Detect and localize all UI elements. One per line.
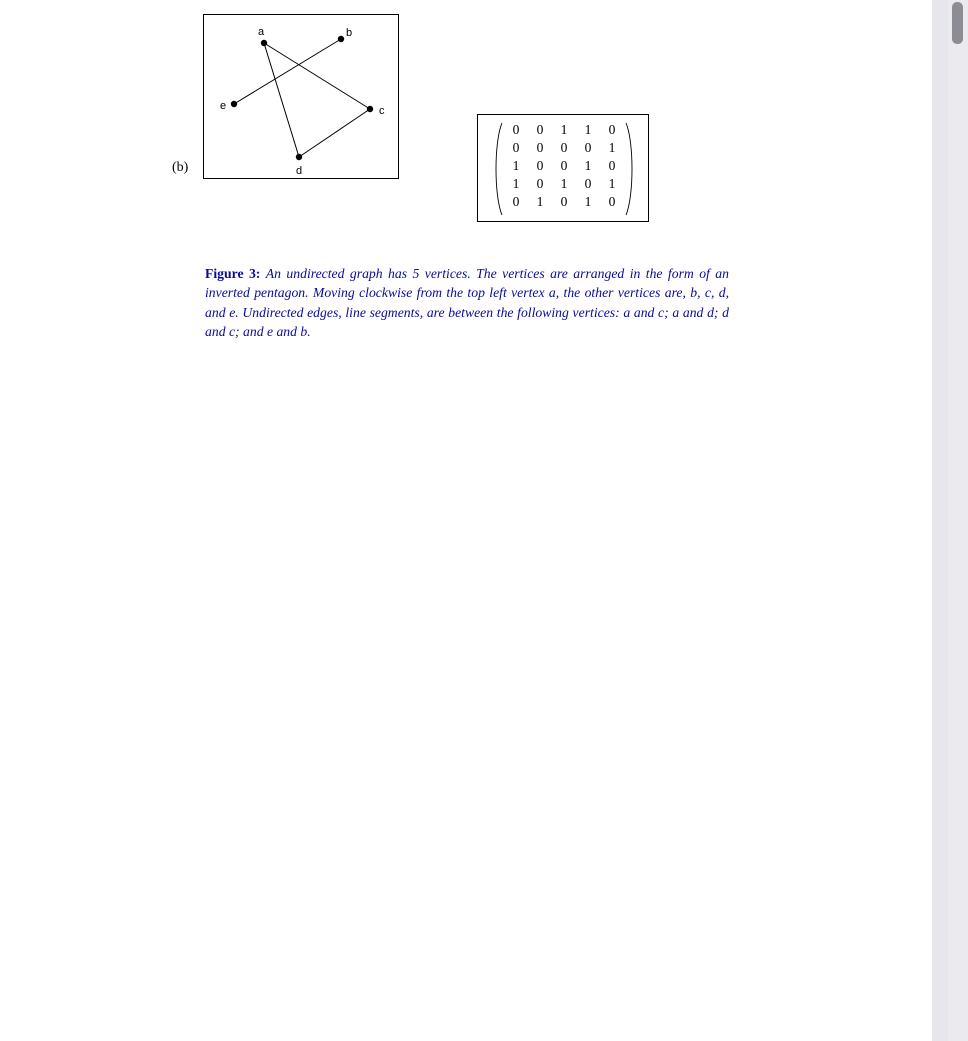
matrix-cell: 0 (528, 157, 552, 175)
matrix-right-paren (624, 122, 636, 216)
graph-vertex (367, 106, 373, 112)
matrix-cell: 0 (552, 157, 576, 175)
matrix-cell: 0 (600, 157, 624, 175)
matrix-cell: 0 (504, 139, 528, 157)
matrix-cell: 1 (504, 175, 528, 193)
figure-caption-label: Figure 3: (205, 266, 260, 281)
matrix-cell: 0 (552, 193, 576, 211)
matrix-cell: 1 (552, 175, 576, 193)
matrix-cell: 1 (576, 157, 600, 175)
matrix-cell: 0 (552, 139, 576, 157)
scrollbar-thumb[interactable] (952, 2, 963, 44)
scrollbar-track[interactable] (948, 0, 968, 1041)
figure-caption: Figure 3: An undirected graph has 5 vert… (205, 264, 729, 342)
matrix-cell: 1 (576, 121, 600, 139)
graph-edge (299, 109, 370, 157)
adjacency-matrix: 0011000001100101010101010 (504, 121, 624, 211)
matrix-cell: 0 (528, 121, 552, 139)
graph-vertex-label: b (346, 27, 352, 39)
graph-vertex-label: c (379, 105, 385, 117)
matrix-cell: 1 (600, 139, 624, 157)
matrix-cell: 0 (528, 139, 552, 157)
matrix-cell: 0 (504, 121, 528, 139)
graph-vertex-label: a (258, 26, 264, 38)
graph-vertex-label: d (296, 165, 302, 177)
figure-caption-text: An undirected graph has 5 vertices. The … (205, 266, 729, 339)
document-page: (b) abcde 0011000001100101010101010 Figu… (0, 0, 932, 1041)
graph-figure-box: a b c d e (203, 14, 399, 179)
graph-svg (204, 15, 400, 180)
graph-vertex (261, 40, 267, 46)
matrix-row: 10010 (504, 157, 624, 175)
graph-vertex (231, 101, 237, 107)
matrix-cell: 0 (504, 193, 528, 211)
page-content: (b) abcde 0011000001100101010101010 Figu… (0, 0, 932, 1041)
subfigure-label: (b) (172, 160, 188, 176)
matrix-cell: 0 (528, 175, 552, 193)
matrix-cell: 1 (600, 175, 624, 193)
matrix-row: 01010 (504, 193, 624, 211)
graph-edge (264, 43, 299, 157)
matrix-row: 00110 (504, 121, 624, 139)
graph-vertex-label: e (220, 100, 226, 112)
graph-edge (234, 39, 341, 104)
matrix-row: 00001 (504, 139, 624, 157)
matrix-cell: 1 (504, 157, 528, 175)
graph-vertex (296, 154, 302, 160)
matrix-cell: 1 (528, 193, 552, 211)
matrix-left-paren (492, 122, 504, 216)
matrix-row: 10101 (504, 175, 624, 193)
matrix-cell: 1 (552, 121, 576, 139)
adjacency-matrix-box: 0011000001100101010101010 (477, 114, 649, 222)
matrix-inner: 0011000001100101010101010 (504, 121, 624, 217)
graph-vertex (338, 36, 344, 42)
matrix-cell: 0 (600, 121, 624, 139)
matrix-cell: 0 (576, 175, 600, 193)
matrix-cell: 0 (600, 193, 624, 211)
matrix-cell: 0 (576, 139, 600, 157)
matrix-cell: 1 (576, 193, 600, 211)
